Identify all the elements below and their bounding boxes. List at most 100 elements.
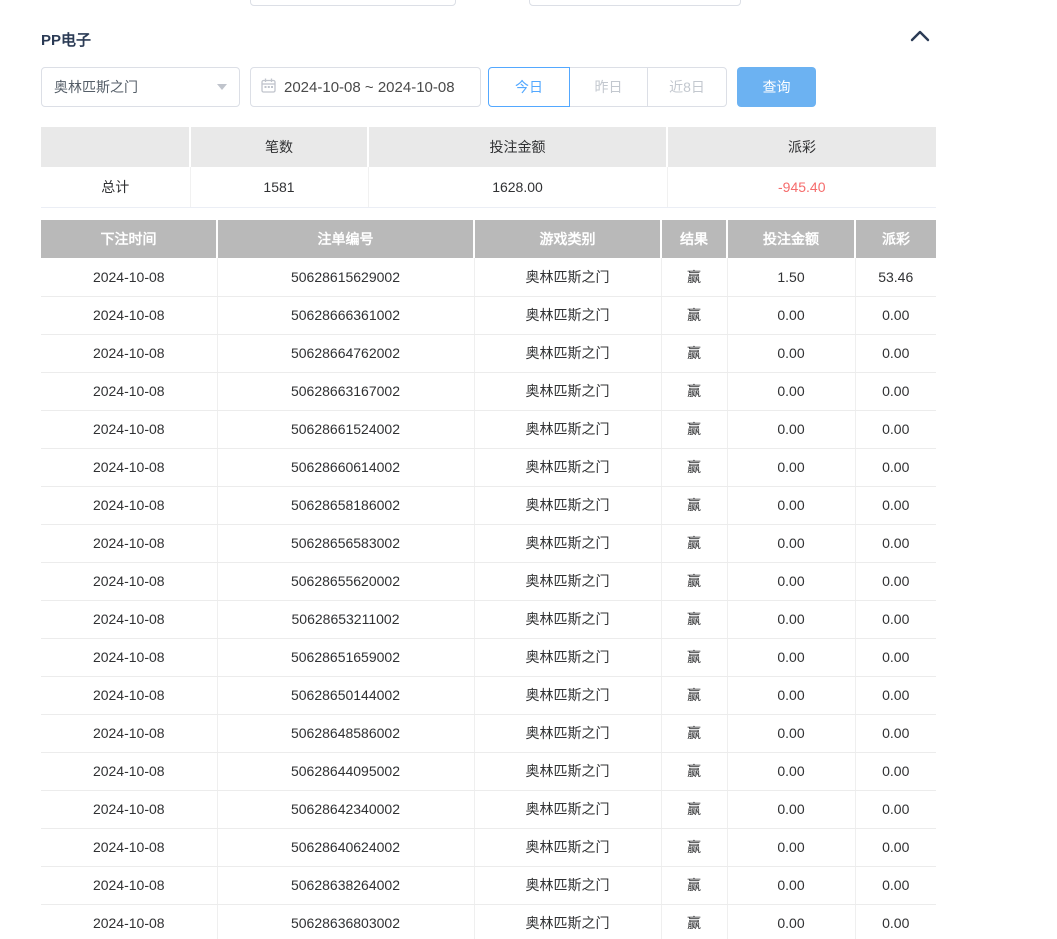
summary-total-row: 总计 1581 1628.00 -945.40 [41, 167, 936, 207]
table-cell: 50628642340002 [217, 790, 474, 828]
table-row: 2024-10-0850628648586002奥林匹斯之门赢0.000.00 [41, 714, 936, 752]
calendar-icon [261, 78, 276, 97]
table-cell: 0.00 [855, 600, 936, 638]
table-row: 2024-10-0850628663167002奥林匹斯之门赢0.000.00 [41, 372, 936, 410]
table-row: 2024-10-0850628636803002奥林匹斯之门赢0.000.00 [41, 904, 936, 939]
table-cell: 0.00 [727, 372, 855, 410]
table-cell: 50628658186002 [217, 486, 474, 524]
summary-header-payout: 派彩 [667, 127, 936, 167]
table-cell: 0.00 [855, 866, 936, 904]
table-cell: 奥林匹斯之门 [474, 638, 661, 676]
table-cell: 2024-10-08 [41, 676, 217, 714]
table-cell: 奥林匹斯之门 [474, 752, 661, 790]
table-cell: 0.00 [855, 790, 936, 828]
table-cell: 50628651659002 [217, 638, 474, 676]
table-cell: 赢 [661, 600, 727, 638]
yesterday-button[interactable]: 昨日 [569, 67, 648, 107]
table-cell: 0.00 [727, 600, 855, 638]
table-row: 2024-10-0850628650144002奥林匹斯之门赢0.000.00 [41, 676, 936, 714]
table-cell: 2024-10-08 [41, 638, 217, 676]
table-cell: 50628644095002 [217, 752, 474, 790]
table-cell: 赢 [661, 410, 727, 448]
table-cell: 0.00 [727, 904, 855, 939]
table-cell: 50628636803002 [217, 904, 474, 939]
game-select[interactable]: 奥林匹斯之门 [41, 67, 240, 107]
table-cell: 0.00 [855, 676, 936, 714]
table-cell: 赢 [661, 296, 727, 334]
summary-header-bet-amount: 投注金额 [368, 127, 667, 167]
partial-input-top-left[interactable] [250, 0, 456, 6]
summary-header-blank [41, 127, 190, 167]
table-row: 2024-10-0850628666361002奥林匹斯之门赢0.000.00 [41, 296, 936, 334]
table-row: 2024-10-0850628640624002奥林匹斯之门赢0.000.00 [41, 828, 936, 866]
table-cell: 奥林匹斯之门 [474, 714, 661, 752]
table-cell: 0.00 [855, 904, 936, 939]
table-cell: 奥林匹斯之门 [474, 790, 661, 828]
table-cell: 50628615629002 [217, 258, 474, 296]
table-cell: 0.00 [727, 410, 855, 448]
table-cell: 0.00 [727, 296, 855, 334]
today-button[interactable]: 今日 [488, 67, 570, 107]
table-cell: 赢 [661, 372, 727, 410]
table-cell: 0.00 [727, 866, 855, 904]
table-cell: 2024-10-08 [41, 448, 217, 486]
table-cell: 0.00 [855, 372, 936, 410]
table-cell: 赢 [661, 790, 727, 828]
date-range-value: 2024-10-08 ~ 2024-10-08 [284, 79, 455, 96]
table-cell: 0.00 [855, 714, 936, 752]
table-cell: 50628663167002 [217, 372, 474, 410]
table-cell: 2024-10-08 [41, 258, 217, 296]
table-cell: 奥林匹斯之门 [474, 676, 661, 714]
summary-header-row: 笔数 投注金额 派彩 [41, 127, 936, 167]
table-cell: 奥林匹斯之门 [474, 334, 661, 372]
table-cell: 0.00 [727, 828, 855, 866]
collapse-section-button[interactable] [906, 26, 934, 48]
table-cell: 赢 [661, 904, 727, 939]
table-cell: 0.00 [727, 714, 855, 752]
table-cell: 0.00 [727, 524, 855, 562]
table-row: 2024-10-0850628655620002奥林匹斯之门赢0.000.00 [41, 562, 936, 600]
table-cell: 2024-10-08 [41, 866, 217, 904]
table-cell: 奥林匹斯之门 [474, 410, 661, 448]
summary-total-bet-amount: 1628.00 [368, 167, 667, 207]
table-row: 2024-10-0850628615629002奥林匹斯之门赢1.5053.46 [41, 258, 936, 296]
table-cell: 奥林匹斯之门 [474, 258, 661, 296]
table-cell: 50628666361002 [217, 296, 474, 334]
table-row: 2024-10-0850628644095002奥林匹斯之门赢0.000.00 [41, 752, 936, 790]
table-cell: 0.00 [855, 486, 936, 524]
section-title: PP电子 [41, 29, 91, 50]
table-cell: 2024-10-08 [41, 372, 217, 410]
table-cell: 奥林匹斯之门 [474, 562, 661, 600]
table-row: 2024-10-0850628653211002奥林匹斯之门赢0.000.00 [41, 600, 936, 638]
table-cell: 赢 [661, 638, 727, 676]
table-cell: 赢 [661, 334, 727, 372]
table-cell: 50628648586002 [217, 714, 474, 752]
partial-input-top-right[interactable] [529, 0, 741, 6]
table-cell: 0.00 [855, 562, 936, 600]
bets-column-header: 游戏类别 [474, 220, 661, 258]
table-cell: 2024-10-08 [41, 790, 217, 828]
table-row: 2024-10-0850628651659002奥林匹斯之门赢0.000.00 [41, 638, 936, 676]
table-cell: 2024-10-08 [41, 334, 217, 372]
table-cell: 2024-10-08 [41, 752, 217, 790]
table-cell: 2024-10-08 [41, 410, 217, 448]
table-cell: 赢 [661, 714, 727, 752]
table-cell: 赢 [661, 448, 727, 486]
table-cell: 0.00 [727, 334, 855, 372]
table-cell: 奥林匹斯之门 [474, 372, 661, 410]
date-range-input[interactable]: 2024-10-08 ~ 2024-10-08 [250, 67, 481, 107]
table-cell: 奥林匹斯之门 [474, 600, 661, 638]
last-8-days-button[interactable]: 近8日 [647, 67, 727, 107]
bets-column-header: 投注金额 [727, 220, 855, 258]
table-cell: 0.00 [855, 752, 936, 790]
table-cell: 2024-10-08 [41, 524, 217, 562]
quick-range-group: 今日 昨日 近8日 [488, 67, 727, 107]
page: PP电子 奥林匹斯之门 2024-10-08 ~ 2024-10-08 [0, 0, 1057, 939]
query-button[interactable]: 查询 [737, 67, 816, 107]
table-cell: 赢 [661, 562, 727, 600]
summary-header-count: 笔数 [190, 127, 368, 167]
table-row: 2024-10-0850628658186002奥林匹斯之门赢0.000.00 [41, 486, 936, 524]
table-row: 2024-10-0850628638264002奥林匹斯之门赢0.000.00 [41, 866, 936, 904]
table-cell: 50628655620002 [217, 562, 474, 600]
summary-total-count: 1581 [190, 167, 368, 207]
